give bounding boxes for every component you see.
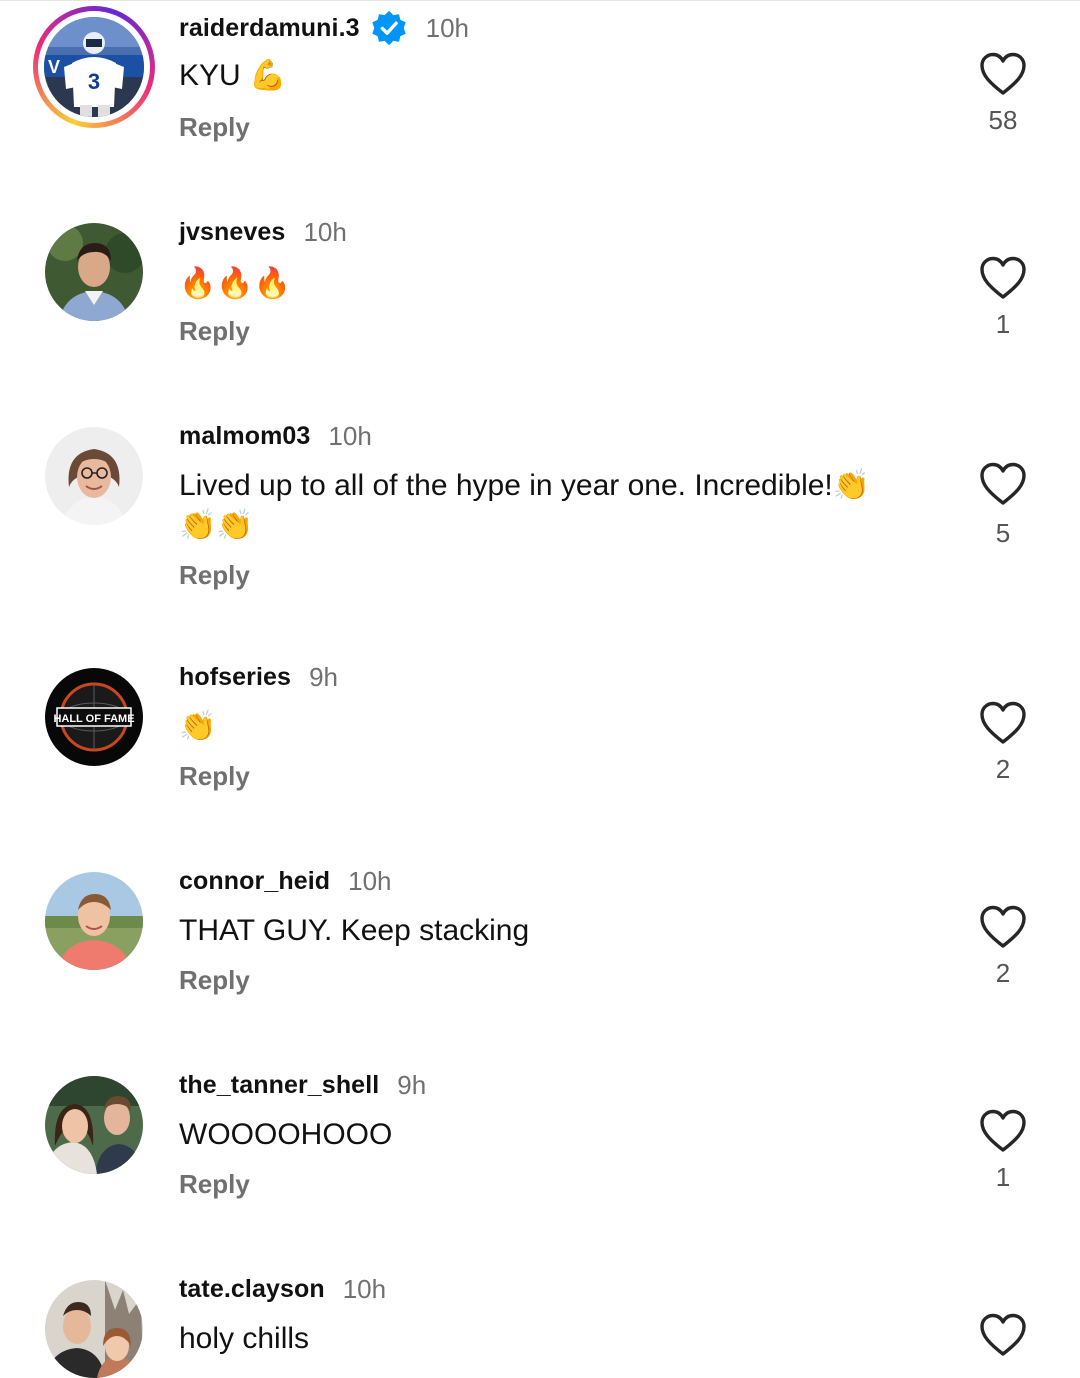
- verified-badge-icon: [370, 9, 408, 47]
- like-button[interactable]: [978, 700, 1028, 746]
- avatar-football-player-image: V 3: [44, 17, 144, 117]
- comment-text: 🔥🔥🔥: [179, 266, 292, 301]
- comment-timestamp: 10h: [425, 12, 470, 43]
- heart-outline-icon: [980, 1313, 1026, 1356]
- svg-text:HALL OF FAME: HALL OF FAME: [53, 713, 134, 725]
- like-button[interactable]: [978, 461, 1028, 507]
- avatar[interactable]: [45, 1280, 143, 1378]
- like-count: 58: [988, 105, 1018, 135]
- reply-button[interactable]: Reply: [179, 1169, 250, 1200]
- avatar-hall-of-fame-logo: HALL OF FAME: [45, 668, 143, 766]
- avatar-man-portrait-image: [45, 223, 143, 321]
- svg-text:V: V: [48, 57, 60, 77]
- comment-text: Lived up to all of the hype in year one.…: [179, 469, 871, 542]
- comment-item: V 3 raiderdamuni.3 10h KYU 💪 Reply 58: [0, 0, 1080, 204]
- comment-text: WOOOOHOOO: [179, 1118, 393, 1151]
- avatar[interactable]: [45, 872, 143, 970]
- avatar-woman-portrait-image: [45, 427, 143, 525]
- avatar[interactable]: [45, 427, 143, 525]
- like-count: 1: [995, 309, 1011, 339]
- like-count: 5: [995, 518, 1011, 548]
- comment-text: KYU 💪: [179, 59, 287, 92]
- heart-outline-icon: [980, 905, 1026, 948]
- like-button[interactable]: [978, 1312, 1028, 1358]
- avatar[interactable]: HALL OF FAME: [45, 668, 143, 766]
- comment-header: hofseries 9h: [179, 657, 338, 697]
- username[interactable]: hofseries: [179, 663, 291, 692]
- like-button[interactable]: [978, 1108, 1028, 1154]
- comment-header: connor_heid 10h: [179, 861, 392, 901]
- comment-item: HALL OF FAME hofseries 9h 👏 Reply 2: [0, 649, 1080, 853]
- like-count: 2: [995, 958, 1011, 988]
- comment-header: the_tanner_shell 9h: [179, 1065, 426, 1105]
- username[interactable]: jvsneves: [179, 218, 285, 247]
- like-count: 1: [995, 1162, 1011, 1192]
- heart-outline-icon: [980, 256, 1026, 299]
- reply-button[interactable]: Reply: [179, 112, 250, 143]
- avatar-couple-selfie-image: [45, 1076, 143, 1174]
- comment-item: tate.clayson 10h holy chills: [0, 1261, 1080, 1378]
- comment-item: malmom03 10h Lived up to all of the hype…: [0, 408, 1080, 612]
- comment-timestamp: 9h: [309, 661, 338, 692]
- like-button[interactable]: [978, 51, 1028, 97]
- comment-text: 👏: [179, 709, 217, 744]
- comment-item: the_tanner_shell 9h WOOOOHOOO Reply 1: [0, 1057, 1080, 1261]
- username[interactable]: raiderdamuni.3: [179, 14, 360, 43]
- comment-header: jvsneves 10h: [179, 212, 347, 252]
- heart-outline-icon: [980, 52, 1026, 95]
- comment-timestamp: 10h: [303, 216, 347, 247]
- heart-outline-icon: [980, 1109, 1026, 1152]
- comment-timestamp: 10h: [328, 420, 372, 451]
- avatar-couple-outdoors-image: [45, 1280, 143, 1378]
- reply-button[interactable]: Reply: [179, 316, 250, 347]
- svg-text:3: 3: [88, 69, 100, 94]
- username[interactable]: tate.clayson: [179, 1275, 325, 1304]
- avatar[interactable]: V 3: [33, 6, 155, 128]
- comment-timestamp: 9h: [397, 1069, 427, 1100]
- comment-text: THAT GUY. Keep stacking: [179, 914, 530, 947]
- username[interactable]: connor_heid: [179, 867, 330, 896]
- heart-outline-icon: [980, 701, 1026, 744]
- reply-button[interactable]: Reply: [179, 965, 250, 996]
- avatar-young-man-outdoors-image: [45, 872, 143, 970]
- comment-timestamp: 10h: [342, 1273, 387, 1304]
- avatar[interactable]: [45, 1076, 143, 1174]
- comment-header: raiderdamuni.3 10h: [179, 8, 469, 48]
- reply-button[interactable]: Reply: [179, 761, 250, 792]
- comment-timestamp: 10h: [348, 865, 392, 896]
- username[interactable]: malmom03: [179, 422, 310, 451]
- like-button[interactable]: [978, 904, 1028, 950]
- like-count: 2: [995, 754, 1011, 784]
- username[interactable]: the_tanner_shell: [179, 1071, 379, 1100]
- comment-item: jvsneves 10h 🔥🔥🔥 Reply 1: [0, 204, 1080, 408]
- heart-outline-icon: [980, 462, 1026, 505]
- comment-text: holy chills: [179, 1322, 310, 1355]
- comment-header: tate.clayson 10h: [179, 1269, 386, 1309]
- comment-item: connor_heid 10h THAT GUY. Keep stacking …: [0, 853, 1080, 1057]
- reply-button[interactable]: Reply: [179, 560, 250, 591]
- like-button[interactable]: [978, 255, 1028, 301]
- avatar[interactable]: [45, 223, 143, 321]
- comment-header: malmom03 10h: [179, 416, 372, 456]
